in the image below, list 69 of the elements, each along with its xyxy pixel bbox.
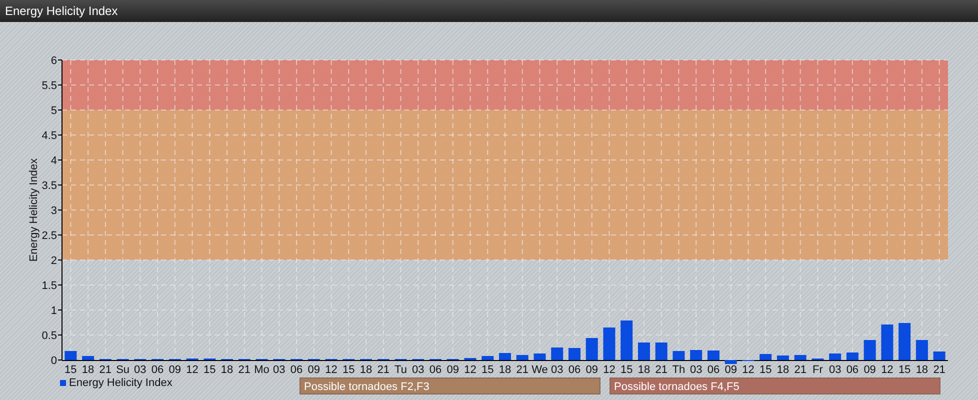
x-tick-label: 18 [82, 364, 94, 376]
y-tick-label: 5.5 [42, 80, 57, 92]
y-tick-label: 3 [50, 205, 57, 217]
x-tick-label: 18 [638, 364, 650, 376]
y-tick-label: 4 [50, 155, 57, 167]
y-tick-label: 4.5 [42, 130, 57, 142]
x-tick-label: 15 [759, 364, 772, 376]
legend-label: Energy Helicity Index [69, 377, 172, 389]
x-tick-label: 15 [64, 364, 77, 376]
x-tick-label: 12 [742, 364, 754, 376]
x-tick-label: 15 [204, 364, 216, 376]
x-tick-label: 21 [794, 364, 806, 376]
x-tick-label: 03 [412, 364, 424, 376]
x-tick-label: 03 [134, 364, 146, 376]
x-tick-label: 21 [655, 364, 668, 376]
x-tick-label: 06 [429, 364, 442, 376]
risk-legend-tag: Possible tornadoes F4,F5 [610, 378, 940, 394]
x-tick-label: 18 [220, 364, 234, 376]
x-tick-label: 12 [881, 364, 894, 376]
x-tick-label: Th [672, 364, 686, 376]
y-tick-label: 1.5 [42, 280, 57, 292]
y-tick-label: 5 [50, 105, 57, 117]
x-tick-label: 03 [690, 364, 702, 376]
x-tick-label: We [532, 364, 548, 376]
y-tick-label: 1 [50, 305, 57, 317]
x-tick-label: 06 [568, 364, 581, 376]
x-tick-label: 15 [620, 364, 633, 376]
x-tick-label: Su [116, 364, 130, 376]
x-tick-label: 18 [498, 364, 512, 376]
y-tick-label: 2.5 [42, 230, 57, 242]
x-tick-label: 21 [933, 364, 946, 376]
x-tick-label: 03 [828, 364, 842, 376]
x-tick-label: 06 [707, 364, 720, 376]
x-tick-label: 15 [898, 364, 911, 376]
x-tick-label: 09 [446, 364, 459, 376]
x-tick-label: 09 [586, 364, 598, 376]
x-tick-label: 21 [377, 364, 390, 376]
x-tick-label: 12 [186, 364, 198, 376]
x-tick-label: Fr [812, 364, 823, 376]
x-tick-label: 09 [724, 364, 737, 376]
y-tick-label: 0 [50, 355, 57, 367]
x-tick-label: 03 [273, 364, 286, 376]
x-tick-label: 18 [916, 364, 928, 376]
window-title: Energy Helicity Index [5, 4, 118, 18]
x-tick-label: Tu [394, 364, 407, 376]
x-tick-label: 12 [464, 364, 476, 376]
y-tick-label: 2 [50, 255, 57, 267]
x-tick-label: 21 [238, 364, 251, 376]
y-tick-label: 3.5 [42, 180, 57, 192]
x-tick-label: 09 [168, 364, 182, 376]
x-tick-label: 21 [99, 364, 112, 376]
y-tick-label: 0.5 [42, 330, 57, 342]
x-tick-label: 09 [864, 364, 876, 376]
x-tick-label: 03 [551, 364, 564, 376]
x-tick-label: 21 [516, 364, 528, 376]
x-tick-label: 18 [776, 364, 790, 376]
x-tick-label: 15 [482, 364, 494, 376]
y-tick-label: 6 [50, 55, 57, 67]
x-tick-label: 18 [360, 364, 372, 376]
x-tick-label: 15 [342, 364, 355, 376]
x-tick-label: 12 [325, 364, 338, 376]
x-tick-label: 06 [151, 364, 164, 376]
y-axis-title: Energy Helicity Index [28, 158, 40, 262]
risk-legend-tag: Possible tornadoes F2,F3 [300, 378, 600, 394]
x-tick-label: 06 [846, 364, 859, 376]
x-tick-label: 09 [308, 364, 320, 376]
x-tick-label: 12 [603, 364, 616, 376]
x-tick-label: 06 [290, 364, 303, 376]
x-tick-label: Mo [254, 364, 270, 376]
